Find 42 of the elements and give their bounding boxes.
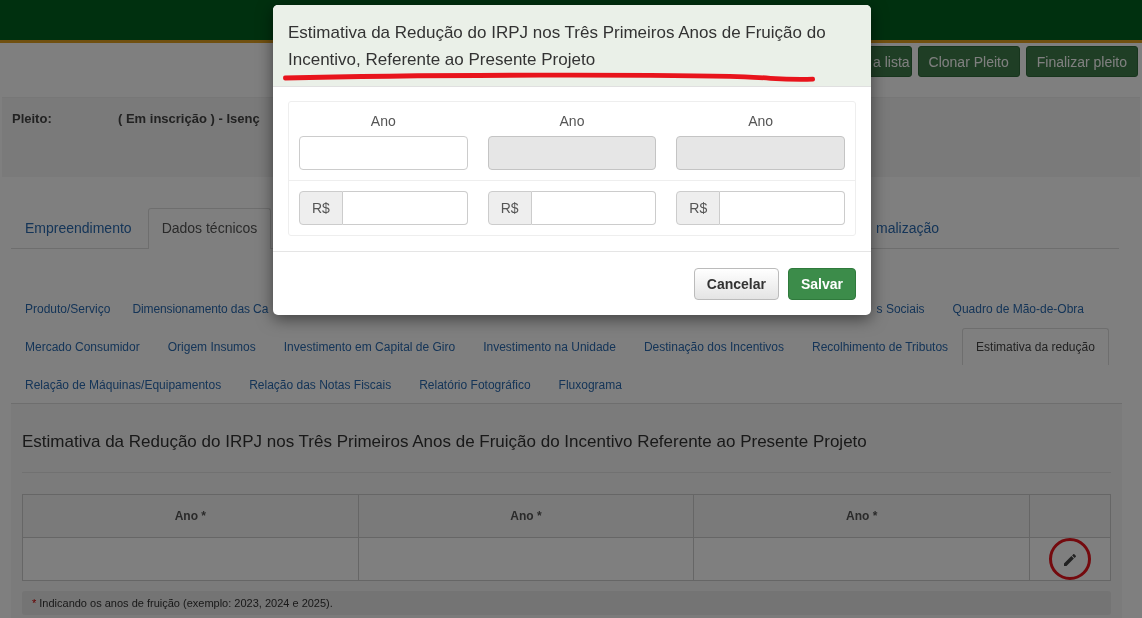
footnote-text: Indicando os anos de fruição (exemplo: 2023, 2024 e 2025). — [39, 597, 333, 609]
year-label: Ano — [558, 112, 586, 131]
header-button[interactable]: a lista — [868, 46, 912, 77]
cancel-button[interactable]: Cancelar — [693, 268, 779, 300]
column-header: Ano * — [22, 494, 359, 538]
sub-tab[interactable]: Produto/Serviço — [11, 289, 125, 327]
sub-tab[interactable]: Quadro de Mão-de-Obra — [938, 289, 1098, 327]
amount-field[interactable] — [342, 191, 468, 225]
main-tab[interactable]: Dados técnicos — [147, 208, 272, 249]
modal-title: Estimativa da Redução do IRPJ nos Três Primeiros Anos de Fruição do Incentivo, Referente ao Presente Projeto — [288, 22, 827, 71]
sub-tab[interactable]: Destinação dos Incentivos — [629, 327, 798, 365]
pencil-icon[interactable] — [1062, 551, 1078, 568]
currency-addon: R$ — [487, 191, 532, 225]
sub-tab[interactable]: Relação das Notas Fiscais — [235, 365, 406, 403]
sub-tab[interactable]: Investimento na Unidade — [469, 327, 630, 365]
column-header: Ano * — [358, 494, 694, 538]
pleito-status: ( Em inscrição ) - Isenç — [118, 111, 260, 126]
year-field[interactable] — [299, 136, 468, 170]
footnote-mark: * — [32, 597, 37, 609]
sub-tab[interactable]: Investimento em Capital de Giro — [269, 327, 470, 365]
amount-field[interactable] — [531, 191, 657, 225]
sub-tab[interactable]: Mercado Consumidor — [11, 327, 154, 365]
sub-tab[interactable]: Fluxograma — [544, 365, 636, 403]
main-tab[interactable]: malização — [872, 208, 953, 248]
main-tab[interactable]: Empreendimento — [11, 208, 146, 248]
header-button[interactable]: Finalizar pleito — [1025, 46, 1138, 77]
sub-tab[interactable]: Origem Insumos — [153, 327, 270, 365]
save-button[interactable]: Salvar — [787, 268, 856, 300]
section-title: Estimativa da Redução do IRPJ nos Três Primeiros Anos de Fruição do Incentivo Referente ao Presente Projeto — [22, 431, 868, 453]
sub-tab[interactable]: Relatório Fotográfico — [405, 365, 545, 403]
column-header: Ano * — [693, 494, 1030, 538]
circle-annotation — [1048, 537, 1092, 581]
sub-tab[interactable]: Recolhimento de Tributos — [798, 327, 963, 365]
header-button[interactable]: Clonar Pleito — [917, 46, 1020, 77]
year-label: Ano — [747, 112, 775, 131]
sub-tab[interactable]: Estimativa da redução — [962, 327, 1109, 365]
amount-field[interactable] — [720, 191, 845, 225]
sub-tab[interactable]: Relação de Máquinas/Equipamentos — [11, 365, 236, 403]
year-label: Ano — [369, 112, 397, 131]
currency-addon: R$ — [299, 191, 343, 225]
currency-addon: R$ — [676, 191, 721, 225]
pleito-label: Pleito: — [12, 111, 53, 126]
